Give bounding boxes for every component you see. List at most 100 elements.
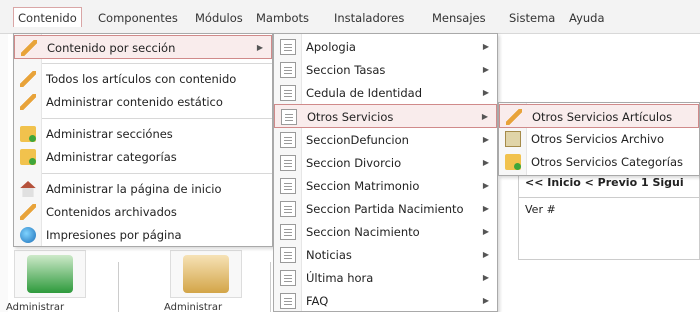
menu-item-label: Administrar la página de inicio bbox=[46, 182, 222, 196]
menu-item-seccion-defuncion[interactable]: SeccionDefuncion ▶ bbox=[274, 128, 497, 152]
menu-item-seccion-partida-nacimiento[interactable]: Seccion Partida Nacimiento ▶ bbox=[274, 197, 497, 221]
pencil-icon bbox=[20, 71, 36, 87]
menu-item-apologia[interactable]: Apologia ▶ bbox=[274, 35, 497, 59]
menu-item-label: Otros Servicios bbox=[307, 110, 394, 124]
pencil-icon bbox=[20, 94, 36, 110]
menu-item-label: Otros Servicios Artículos bbox=[532, 110, 673, 124]
yellow-door-icon bbox=[183, 255, 229, 293]
menu-item-impresiones[interactable]: Impresiones por página bbox=[14, 223, 272, 247]
document-icon bbox=[280, 224, 296, 240]
menu-item-label: Seccion Divorcio bbox=[306, 156, 402, 170]
menu-item-administrar-categorias[interactable]: Administrar categorías bbox=[14, 145, 272, 169]
icon-label: Administrar bbox=[164, 302, 223, 312]
menu-item-label: Cedula de Identidad bbox=[306, 86, 423, 100]
document-icon bbox=[280, 155, 296, 171]
menu-item-contenido-estatico[interactable]: Administrar contenido estático bbox=[14, 90, 272, 114]
menu-item-label: Seccion Partida Nacimiento bbox=[306, 202, 464, 216]
folder-add-icon bbox=[505, 154, 521, 170]
menu-item-noticias[interactable]: Noticias ▶ bbox=[274, 243, 497, 267]
pagination[interactable]: << Inicio < Previo 1 Sigui bbox=[525, 176, 684, 189]
menu-item-otros-servicios-articulos[interactable]: Otros Servicios Artículos bbox=[499, 104, 699, 128]
menu-item-administrar-secciones[interactable]: Administrar secciónes bbox=[14, 122, 272, 146]
document-icon bbox=[280, 62, 296, 78]
chevron-right-icon: ▶ bbox=[482, 227, 489, 236]
menu-item-label: Otros Servicios Archivo bbox=[531, 132, 665, 146]
document-icon bbox=[280, 270, 296, 286]
contenido-menu: Contenido por sección ▶ Todos los artícu… bbox=[13, 33, 273, 247]
chevron-right-icon: ▶ bbox=[482, 296, 489, 305]
document-icon bbox=[281, 109, 297, 125]
menu-item-label: Administrar categorías bbox=[46, 150, 177, 164]
menu-mensajes[interactable]: Mensajes bbox=[428, 8, 490, 28]
menu-item-label: SeccionDefuncion bbox=[306, 133, 409, 147]
menu-item-seccion-divorcio[interactable]: Seccion Divorcio ▶ bbox=[274, 151, 497, 175]
ver-label: Ver # bbox=[525, 203, 556, 216]
menu-item-otros-servicios-archivo[interactable]: Otros Servicios Archivo bbox=[499, 127, 699, 151]
green-door-icon bbox=[27, 255, 73, 293]
menu-item-label: Impresiones por página bbox=[46, 228, 182, 242]
menu-item-todos-articulos[interactable]: Todos los artículos con contenido bbox=[14, 67, 272, 91]
document-icon bbox=[280, 39, 296, 55]
chevron-right-icon: ▶ bbox=[256, 43, 263, 52]
menu-contenido[interactable]: Contenido bbox=[13, 7, 82, 27]
secciones-menu: Apologia ▶ Seccion Tasas ▶ Cedula de Ide… bbox=[273, 33, 498, 312]
divider bbox=[270, 262, 271, 312]
pencil-icon bbox=[506, 109, 522, 125]
menu-ayuda[interactable]: Ayuda bbox=[565, 8, 609, 28]
chevron-right-icon: ▶ bbox=[482, 65, 489, 74]
menu-item-otros-servicios[interactable]: Otros Servicios ▶ bbox=[274, 104, 497, 128]
chevron-right-icon: ▶ bbox=[482, 204, 489, 213]
separator bbox=[42, 173, 272, 174]
chevron-right-icon: ▶ bbox=[482, 42, 489, 51]
menu-item-seccion-matrimonio[interactable]: Seccion Matrimonio ▶ bbox=[274, 174, 497, 198]
menu-item-contenido-por-seccion[interactable]: Contenido por sección ▶ bbox=[14, 35, 272, 59]
pencil-icon bbox=[20, 204, 36, 220]
menu-componentes[interactable]: Componentes bbox=[94, 8, 182, 28]
chevron-right-icon: ▶ bbox=[481, 112, 488, 121]
menu-item-label: Contenido por sección bbox=[47, 41, 176, 55]
chevron-right-icon: ▶ bbox=[482, 135, 489, 144]
left-strip bbox=[0, 34, 8, 312]
menu-item-seccion-nacimiento[interactable]: Seccion Nacimiento ▶ bbox=[274, 220, 497, 244]
menu-item-label: Todos los artículos con contenido bbox=[46, 72, 237, 86]
document-icon bbox=[280, 178, 296, 194]
menu-item-otros-servicios-categorias[interactable]: Otros Servicios Categorías bbox=[499, 150, 699, 174]
menu-item-label: Seccion Nacimiento bbox=[306, 225, 420, 239]
divider bbox=[118, 262, 119, 312]
menu-sistema[interactable]: Sistema bbox=[505, 8, 559, 28]
menu-item-cedula-identidad[interactable]: Cedula de Identidad ▶ bbox=[274, 81, 497, 105]
menu-item-ultima-hora[interactable]: Última hora ▶ bbox=[274, 266, 497, 290]
menu-item-contenidos-archivados[interactable]: Contenidos archivados bbox=[14, 200, 272, 224]
document-icon bbox=[280, 201, 296, 217]
menubar: Contenido Componentes Módulos Mambots In… bbox=[0, 0, 700, 34]
menu-instaladores[interactable]: Instaladores bbox=[330, 8, 408, 28]
chevron-right-icon: ▶ bbox=[482, 273, 489, 282]
document-icon bbox=[280, 247, 296, 263]
menu-mambots[interactable]: Mambots bbox=[252, 8, 313, 28]
menu-modulos[interactable]: Módulos bbox=[191, 8, 247, 28]
chevron-right-icon: ▶ bbox=[482, 88, 489, 97]
dashboard-icon-box[interactable] bbox=[14, 250, 86, 298]
menu-item-label: FAQ bbox=[306, 294, 329, 308]
home-icon bbox=[20, 181, 36, 197]
dashboard-icon-box[interactable] bbox=[170, 250, 242, 298]
menu-item-seccion-tasas[interactable]: Seccion Tasas ▶ bbox=[274, 58, 497, 82]
folder-add-icon bbox=[20, 126, 36, 142]
archive-icon bbox=[505, 131, 521, 147]
separator bbox=[42, 118, 272, 119]
chevron-right-icon: ▶ bbox=[482, 250, 489, 259]
folder-add-icon bbox=[20, 149, 36, 165]
menu-item-label: Noticias bbox=[306, 248, 352, 262]
pencil-icon bbox=[21, 40, 37, 56]
menu-item-faq[interactable]: FAQ ▶ bbox=[274, 289, 497, 312]
menu-item-label: Última hora bbox=[306, 271, 374, 285]
menu-item-label: Contenidos archivados bbox=[46, 205, 177, 219]
menu-item-pagina-inicio[interactable]: Administrar la página de inicio bbox=[14, 177, 272, 201]
document-icon bbox=[280, 293, 296, 309]
chevron-right-icon: ▶ bbox=[482, 158, 489, 167]
divider bbox=[519, 197, 700, 198]
globe-icon bbox=[20, 227, 36, 243]
menu-item-label: Administrar contenido estático bbox=[46, 95, 223, 109]
document-icon bbox=[280, 85, 296, 101]
otros-servicios-menu: Otros Servicios Artículos Otros Servicio… bbox=[498, 102, 700, 176]
